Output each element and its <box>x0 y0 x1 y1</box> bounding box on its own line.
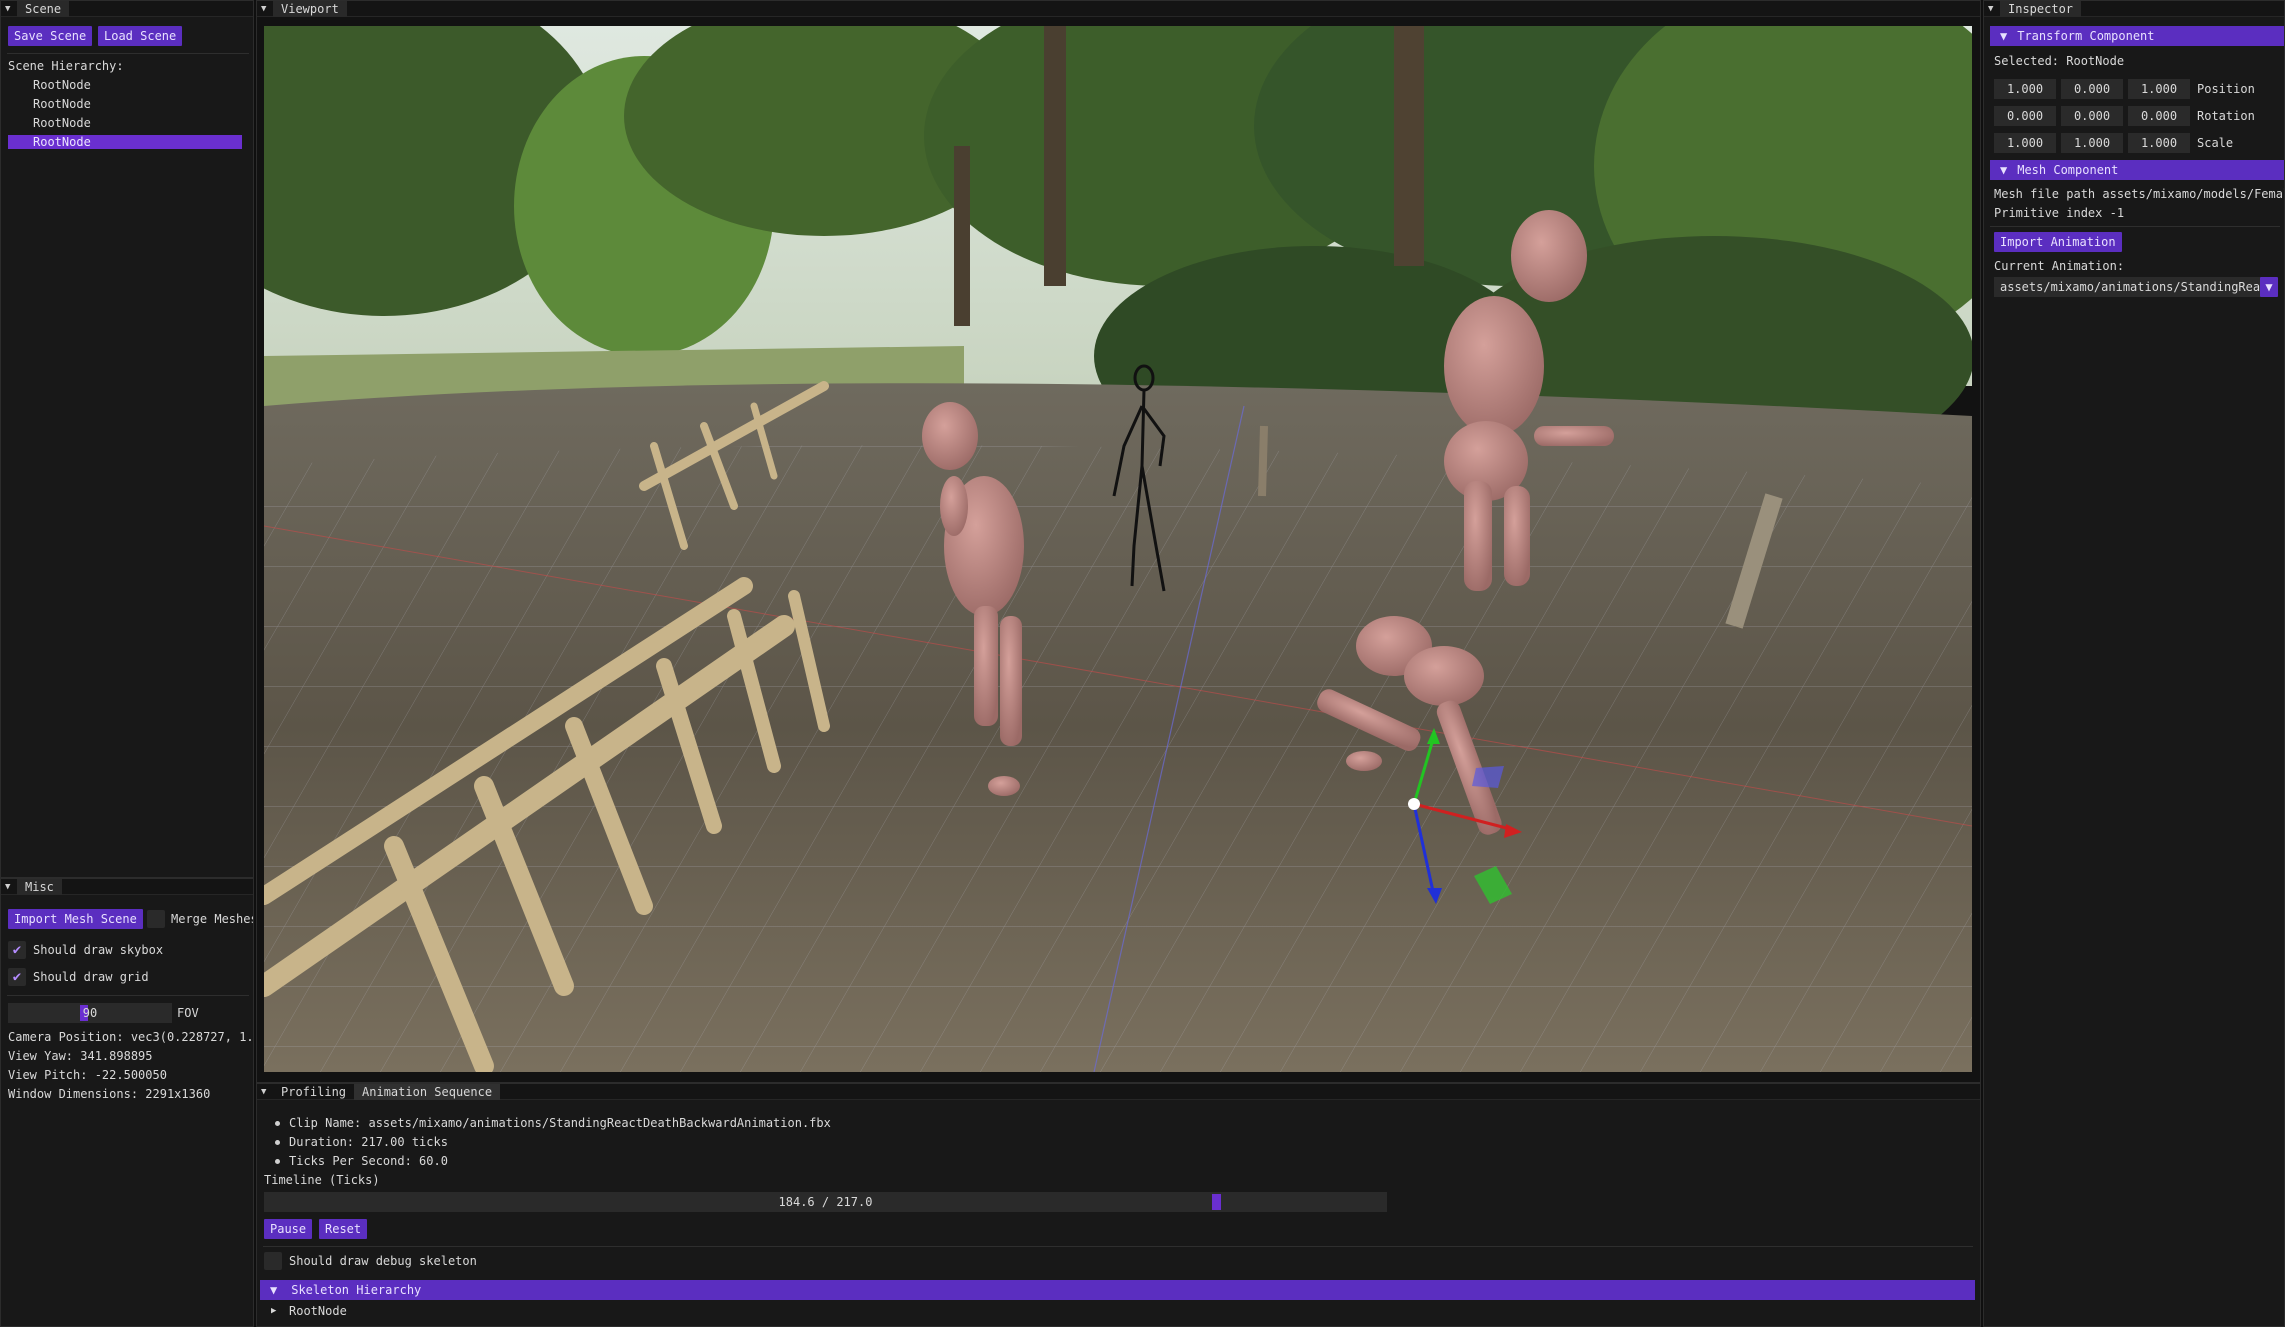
misc-titlebar[interactable]: ▼ Misc <box>1 879 253 895</box>
duration-text: Duration: 217.00 ticks <box>289 1135 448 1149</box>
bullet-icon <box>275 1121 280 1126</box>
primitive-index-text: Primitive index -1 <box>1994 206 2125 220</box>
scene-title: Scene <box>17 1 70 17</box>
import-mesh-scene-button[interactable]: Import Mesh Scene <box>8 909 143 929</box>
scene-window: ▼ Scene Save Scene Load Scene Scene Hier… <box>0 0 254 878</box>
ticks-per-second-text: Ticks Per Second: 60.0 <box>289 1154 448 1168</box>
current-animation-value: assets/mixamo/animations/StandingReac <box>2000 280 2264 294</box>
timeline-slider-grab[interactable] <box>1211 1194 1221 1210</box>
skeleton-hierarchy-header[interactable]: ▼ Skeleton Hierarchy <box>260 1280 1975 1300</box>
floor-grid <box>264 445 1972 1072</box>
window-dimensions-text: Window Dimensions: 2291x1360 <box>8 1087 211 1101</box>
animation-titlebar: ▼ Profiling Animation Sequence <box>257 1084 1980 1100</box>
rotation-z-field[interactable]: 0.000 <box>2128 106 2190 126</box>
reset-button[interactable]: Reset <box>319 1219 368 1239</box>
rotation-x-field[interactable]: 0.000 <box>1994 106 2056 126</box>
position-label: Position <box>2197 82 2255 96</box>
collapse-arrow-icon[interactable]: ▼ <box>261 1087 273 1097</box>
grid-label: Should draw grid <box>33 970 149 984</box>
inspector-titlebar[interactable]: ▼ Inspector <box>1984 1 2284 17</box>
mesh-header-label: Mesh Component <box>2017 163 2119 177</box>
import-animation-button[interactable]: Import Animation <box>1994 232 2122 252</box>
inspector-title: Inspector <box>2000 1 2082 17</box>
fov-slider[interactable]: 90 <box>8 1003 172 1023</box>
skeleton-root-node[interactable]: RootNode <box>289 1304 347 1318</box>
collapse-arrow-icon[interactable]: ▼ <box>5 882 17 892</box>
merge-meshes-label: Merge Meshes <box>171 912 254 926</box>
load-scene-button[interactable]: Load Scene <box>98 26 183 46</box>
scene-separator <box>7 53 249 54</box>
save-scene-button[interactable]: Save Scene <box>8 26 93 46</box>
viewport-render[interactable] <box>264 26 1972 1072</box>
tab-animation-sequence[interactable]: Animation Sequence <box>354 1084 501 1100</box>
skeleton-header-label: Skeleton Hierarchy <box>291 1283 422 1297</box>
scene-hierarchy-label: Scene Hierarchy: <box>8 59 124 73</box>
scale-x-field[interactable]: 1.000 <box>1994 133 2056 153</box>
viewport-titlebar[interactable]: ▼ Viewport <box>257 1 1980 17</box>
chevron-down-icon: ▼ <box>2000 163 2008 177</box>
fov-value: 90 <box>82 1006 98 1020</box>
misc-separator <box>7 995 249 996</box>
collapse-arrow-icon[interactable]: ▼ <box>5 4 17 14</box>
bullet-icon <box>275 1159 280 1164</box>
position-x-field[interactable]: 1.000 <box>1994 79 2056 99</box>
chevron-down-icon: ▼ <box>270 1283 278 1297</box>
camera-position-text: Camera Position: vec3(0.228727, 1.9 <box>8 1030 254 1044</box>
timeline-slider[interactable]: 184.6 / 217.0 <box>264 1192 1387 1212</box>
inspector-separator <box>1990 226 2280 227</box>
fov-label: FOV <box>177 1006 199 1020</box>
timeline-label: Timeline (Ticks) <box>264 1173 380 1187</box>
merge-meshes-checkbox[interactable] <box>147 910 165 928</box>
current-animation-label: Current Animation: <box>1994 259 2125 273</box>
scene-node-item-selected[interactable]: RootNode <box>33 135 91 149</box>
bullet-icon <box>275 1140 280 1145</box>
misc-title: Misc <box>17 879 62 895</box>
selected-node-text: Selected: RootNode <box>1994 54 2125 68</box>
position-y-field[interactable]: 0.000 <box>2061 79 2123 99</box>
scale-z-field[interactable]: 1.000 <box>2128 133 2190 153</box>
inspector-window: ▼ Inspector ▼ Transform Component Selecte… <box>1983 0 2285 1327</box>
fence-post <box>1258 425 1268 497</box>
scene-titlebar[interactable]: ▼ Scene <box>1 1 253 17</box>
viewport-3d-scene[interactable] <box>264 26 1972 1072</box>
timeline-value: 184.6 / 217.0 <box>778 1195 873 1209</box>
view-yaw-text: View Yaw: 341.898895 <box>8 1049 153 1063</box>
scene-node-item[interactable]: RootNode <box>33 78 91 92</box>
skybox-label: Should draw skybox <box>33 943 164 957</box>
position-z-field[interactable]: 1.000 <box>2128 79 2190 99</box>
mesh-file-path-text: Mesh file path assets/mixamo/models/Fema… <box>1994 187 2285 201</box>
scene-node-item[interactable]: RootNode <box>33 116 91 130</box>
transform-header-label: Transform Component <box>2017 29 2155 43</box>
rotation-y-field[interactable]: 0.000 <box>2061 106 2123 126</box>
debug-skeleton-checkbox[interactable] <box>264 1252 282 1270</box>
clip-name-text: Clip Name: assets/mixamo/animations/Stan… <box>289 1116 831 1130</box>
collapse-arrow-icon[interactable]: ▼ <box>261 4 273 14</box>
misc-window: ▼ Misc Import Mesh Scene Merge Meshes ✔ … <box>0 878 254 1327</box>
grid-checkbox[interactable]: ✔ <box>8 968 26 986</box>
tab-profiling[interactable]: Profiling <box>273 1084 354 1100</box>
animation-window: ▼ Profiling Animation Sequence Clip Name… <box>256 1083 1981 1327</box>
dropdown-arrow-icon[interactable]: ▼ <box>2260 277 2278 297</box>
skybox-checkbox[interactable]: ✔ <box>8 941 26 959</box>
transform-component-header[interactable]: ▼ Transform Component <box>1990 26 2284 46</box>
rotation-label: Rotation <box>2197 109 2255 123</box>
chevron-down-icon: ▼ <box>2000 29 2008 43</box>
debug-skeleton-label: Should draw debug skeleton <box>289 1254 477 1268</box>
scene-node-item[interactable]: RootNode <box>33 97 91 111</box>
scale-label: Scale <box>2197 136 2234 150</box>
current-animation-dropdown[interactable]: assets/mixamo/animations/StandingReac <box>1994 277 2264 297</box>
collapse-arrow-icon[interactable]: ▼ <box>1988 4 2000 14</box>
viewport-title: Viewport <box>273 1 347 17</box>
skeleton-root-arrow-icon[interactable]: ▶ <box>271 1306 276 1316</box>
mesh-component-header[interactable]: ▼ Mesh Component <box>1990 160 2284 180</box>
pause-button[interactable]: Pause <box>264 1219 313 1239</box>
scale-y-field[interactable]: 1.000 <box>2061 133 2123 153</box>
bottom-separator <box>263 1246 1973 1247</box>
view-pitch-text: View Pitch: -22.500050 <box>8 1068 167 1082</box>
